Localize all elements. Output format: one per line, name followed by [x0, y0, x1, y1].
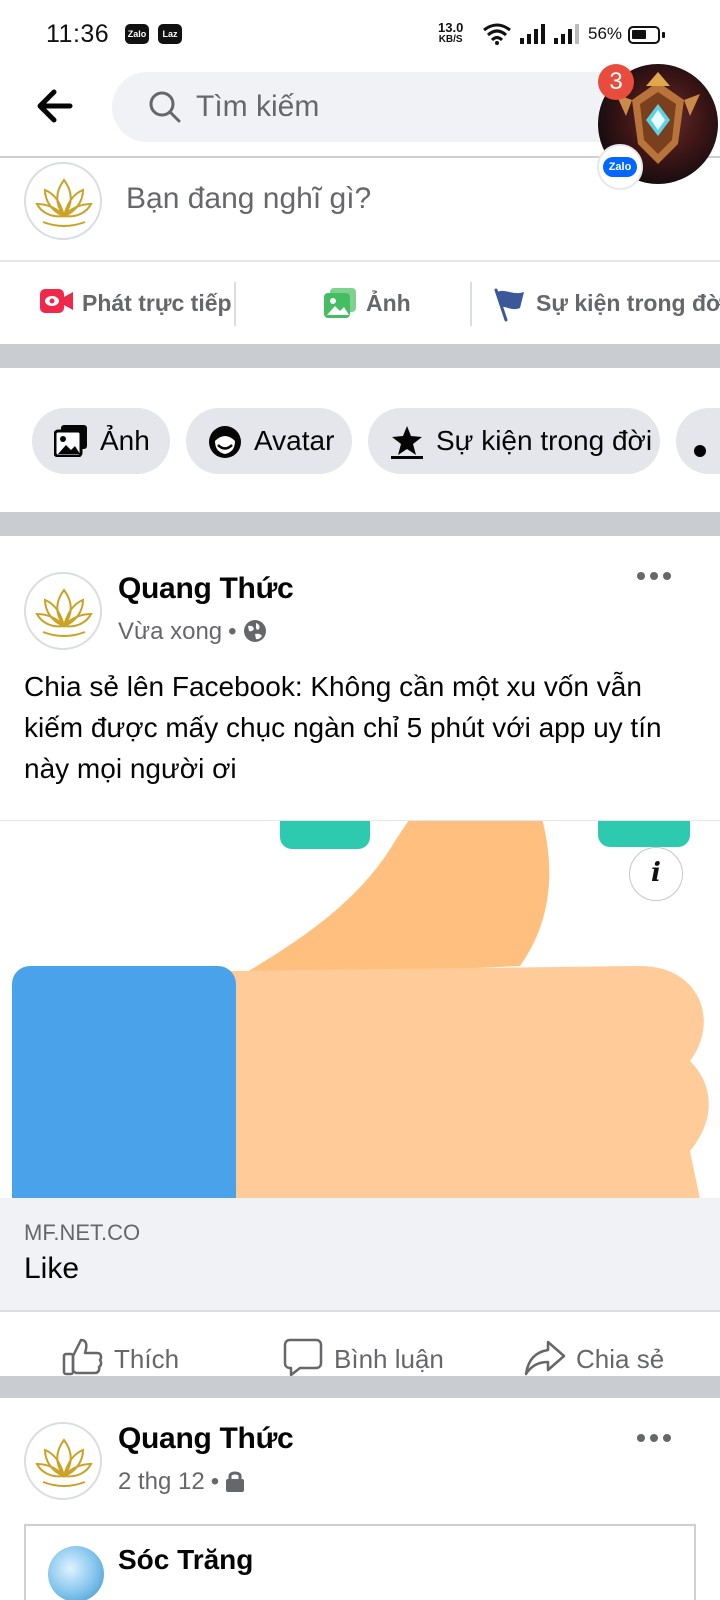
link-title: Like — [24, 1252, 80, 1285]
lotus-logo-icon — [35, 178, 93, 227]
more-options-icon[interactable] — [636, 566, 672, 586]
section-separator — [0, 512, 720, 536]
live-video-label: Phát trực tiếp — [82, 290, 232, 316]
lotus-logo-icon — [35, 588, 93, 637]
lazada-notification-icon: Laz — [158, 24, 182, 44]
life-event-label: Sự kiện trong đời — [536, 290, 720, 316]
wifi-icon — [483, 23, 511, 45]
thumbs-up-icon — [62, 1338, 103, 1376]
action-divider — [234, 282, 236, 326]
share-icon — [524, 1340, 566, 1376]
avatar-face-icon — [209, 426, 241, 458]
like-label: Thích — [114, 1344, 180, 1374]
notification-count-badge: 3 — [598, 64, 634, 100]
comment-label: Bình luận — [334, 1344, 444, 1374]
post-meta: Vừa xong • — [118, 618, 267, 646]
post-meta: 2 thg 12 • — [118, 1468, 245, 1496]
link-preview-image[interactable]: i — [0, 820, 720, 1198]
globe-icon — [243, 620, 266, 642]
post-author-name[interactable]: Quang Thức — [118, 572, 294, 606]
post-author-avatar[interactable] — [24, 1422, 102, 1500]
link-preview-card[interactable]: MF.NET.CO Like — [0, 1198, 720, 1312]
battery-percentage: 56% — [588, 24, 623, 43]
action-divider — [470, 282, 472, 326]
ad-info-button[interactable]: i — [629, 847, 683, 901]
user-avatar[interactable] — [24, 162, 102, 240]
status-time: 11:36 — [46, 20, 110, 48]
post-timestamp[interactable]: 2 thg 12 — [118, 1468, 205, 1495]
signal-icon-sim2 — [554, 24, 579, 44]
shared-page-name[interactable]: Sóc Trăng — [118, 1544, 253, 1576]
quick-create-chips: Ảnh Avatar Sự kiện trong đời — [0, 372, 720, 520]
status-bar: 11:36 Zalo Laz 13.0 KB/S 56% — [0, 0, 720, 70]
network-speed-value: 13.0 — [438, 20, 464, 35]
star-flag-icon — [391, 426, 423, 459]
post-composer[interactable]: Bạn đang nghĩ gì? — [0, 158, 720, 262]
chip-avatar[interactable]: Avatar — [186, 408, 352, 474]
signal-icon-sim1 — [520, 24, 545, 44]
post-timestamp[interactable]: Vừa xong — [118, 618, 222, 645]
chip-photo-label: Ảnh — [100, 425, 150, 456]
search-icon — [149, 91, 181, 123]
more-options-icon[interactable] — [636, 1428, 672, 1448]
zalo-notification-icon: Zalo — [125, 24, 149, 44]
flag-icon — [494, 288, 524, 322]
battery-icon — [628, 26, 665, 44]
photo-icon — [324, 288, 356, 318]
feed-post: Quang Thức 2 thg 12 • Sóc Trăng — [0, 1422, 720, 1600]
composer-actions: Phát trực tiếp Ảnh Sự kiện trong đời — [0, 262, 720, 348]
post-text: Chia sẻ lên Facebook: Không cần một xu v… — [24, 671, 662, 784]
chip-life-event-label: Sự kiện trong đời — [436, 425, 653, 456]
post-author-name[interactable]: Quang Thức — [118, 1422, 294, 1456]
music-icon — [694, 445, 706, 457]
back-arrow-icon[interactable] — [32, 86, 80, 126]
link-domain: MF.NET.CO — [24, 1220, 141, 1245]
section-separator — [0, 1376, 720, 1398]
composer-prompt[interactable]: Bạn đang nghĩ gì? — [126, 182, 371, 216]
section-separator — [0, 344, 720, 368]
lotus-logo-icon — [35, 1438, 93, 1487]
chip-photo[interactable]: Ảnh — [32, 408, 170, 474]
network-speed-unit: KB/S — [438, 34, 463, 45]
photo-label: Ảnh — [366, 290, 411, 316]
share-label: Chia sẻ — [576, 1344, 665, 1374]
lock-icon — [226, 1471, 245, 1492]
search-placeholder: Tìm kiếm — [196, 90, 320, 123]
post-author-avatar[interactable] — [24, 572, 102, 650]
photo-icon — [54, 425, 87, 457]
chip-more[interactable] — [676, 408, 720, 474]
live-video-icon — [40, 289, 73, 313]
shared-page-avatar[interactable] — [48, 1546, 104, 1600]
chip-life-event[interactable]: Sự kiện trong đời — [368, 408, 660, 474]
chip-avatar-label: Avatar — [254, 425, 335, 456]
comment-icon — [283, 1338, 323, 1377]
network-speed: 13.0 KB/S — [438, 20, 464, 46]
shared-post-card[interactable]: Sóc Trăng — [24, 1524, 696, 1600]
thumbs-up-illustration — [12, 821, 709, 1198]
